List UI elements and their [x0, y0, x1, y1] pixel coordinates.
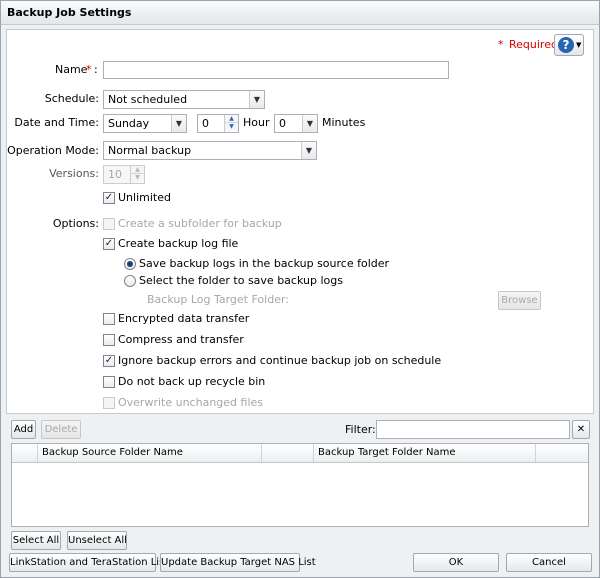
chevron-down-icon: ▼ [171, 115, 186, 132]
update-nas-list-button[interactable]: Update Backup Target NAS List [160, 553, 316, 572]
chevron-down-icon: ▼ [301, 142, 316, 159]
name-required-marker: * [86, 63, 92, 76]
save-in-source-radio[interactable] [124, 258, 136, 270]
cancel-button[interactable]: Cancel [506, 553, 592, 572]
no-recycle-bin-label: Do not back up recycle bin [118, 375, 266, 388]
create-log-checkbox[interactable]: ✓ [103, 238, 115, 250]
select-all-button[interactable]: Select All [11, 531, 61, 550]
unlimited-checkbox[interactable]: ✓ [103, 192, 115, 204]
required-label: Required [509, 38, 558, 51]
encrypted-transfer-label: Encrypted data transfer [118, 312, 250, 325]
create-log-label: Create backup log file [118, 237, 239, 250]
operation-mode-select[interactable]: Normal backup ▼ [103, 141, 317, 160]
dialog-title: Backup Job Settings [1, 1, 599, 25]
close-icon: ✕ [576, 424, 586, 435]
versions-label: Versions: [49, 167, 99, 180]
encrypted-transfer-checkbox[interactable] [103, 313, 115, 325]
spin-down-icon[interactable]: ▼ [225, 123, 238, 131]
no-recycle-bin-checkbox[interactable] [103, 376, 115, 388]
day-select[interactable]: Sunday ▼ [103, 114, 187, 133]
spin-up-icon[interactable]: ▲ [225, 115, 238, 123]
chevron-down-icon: ▼ [249, 91, 264, 108]
ignore-errors-label: Ignore backup errors and continue backup… [118, 354, 442, 367]
linkstation-list-button[interactable]: LinkStation and TeraStation List [9, 553, 168, 572]
date-time-label: Date and Time: [14, 116, 99, 129]
table-select-column [12, 444, 38, 462]
column-header-source[interactable]: Backup Source Folder Name [38, 444, 262, 462]
ok-button[interactable]: OK [413, 553, 499, 572]
backup-folder-table: Backup Source Folder Name Backup Target … [11, 443, 589, 527]
minute-value: 0 [279, 117, 286, 130]
compress-label: Compress and transfer [118, 333, 244, 346]
delete-button[interactable]: Delete [41, 420, 81, 439]
overwrite-label: Overwrite unchanged files [118, 396, 263, 409]
name-input[interactable] [103, 61, 449, 79]
day-value: Sunday [108, 117, 150, 130]
options-label: Options: [52, 217, 99, 230]
add-button[interactable]: Add [11, 420, 36, 439]
create-subfolder-label: Create a subfolder for backup [118, 217, 282, 230]
hour-spinner[interactable]: 0 ▲ ▼ [197, 114, 239, 133]
column-header-target[interactable]: Backup Target Folder Name [314, 444, 536, 462]
compress-checkbox[interactable] [103, 334, 115, 346]
help-icon: ? [558, 37, 574, 53]
backup-job-settings-dialog: Backup Job Settings * Required ? ▼ Name … [0, 0, 600, 578]
select-folder-radio[interactable] [124, 275, 136, 287]
create-subfolder-checkbox[interactable] [103, 218, 115, 230]
select-folder-label: Select the folder to save backup logs [139, 274, 343, 287]
minutes-label: Minutes [322, 116, 366, 129]
unselect-all-button[interactable]: Unselect All [67, 531, 127, 550]
browse-button[interactable]: Browse [498, 291, 541, 310]
ignore-errors-checkbox[interactable]: ✓ [103, 355, 115, 367]
name-colon: : [94, 63, 98, 76]
spin-down-icon: ▼ [131, 174, 144, 182]
filter-label: Filter: [345, 423, 376, 436]
table-spacer-column [262, 444, 314, 462]
operation-mode-label: Operation Mode: [7, 144, 99, 157]
overwrite-checkbox[interactable] [103, 397, 115, 409]
clear-filter-button[interactable]: ✕ [572, 420, 590, 439]
chevron-down-icon: ▼ [576, 41, 582, 49]
required-star: * [498, 38, 504, 51]
versions-value: 10 [108, 168, 122, 181]
hour-value: 0 [202, 117, 209, 130]
schedule-select[interactable]: Not scheduled ▼ [103, 90, 265, 109]
log-target-folder-label: Backup Log Target Folder: [147, 293, 289, 306]
operation-mode-value: Normal backup [108, 144, 192, 157]
schedule-value: Not scheduled [108, 93, 188, 106]
unlimited-label: Unlimited [118, 191, 171, 204]
help-button[interactable]: ? ▼ [554, 34, 584, 56]
save-in-source-label: Save backup logs in the backup source fo… [139, 257, 390, 270]
filter-input[interactable] [376, 420, 570, 439]
name-label: Name [55, 63, 88, 76]
hour-label: Hour [243, 116, 270, 129]
chevron-down-icon: ▼ [302, 115, 317, 132]
minute-select[interactable]: 0 ▼ [274, 114, 318, 133]
schedule-label: Schedule: [44, 92, 99, 105]
table-header: Backup Source Folder Name Backup Target … [12, 444, 588, 463]
versions-spinner[interactable]: 10 ▲ ▼ [103, 165, 145, 184]
spin-up-icon: ▲ [131, 166, 144, 174]
